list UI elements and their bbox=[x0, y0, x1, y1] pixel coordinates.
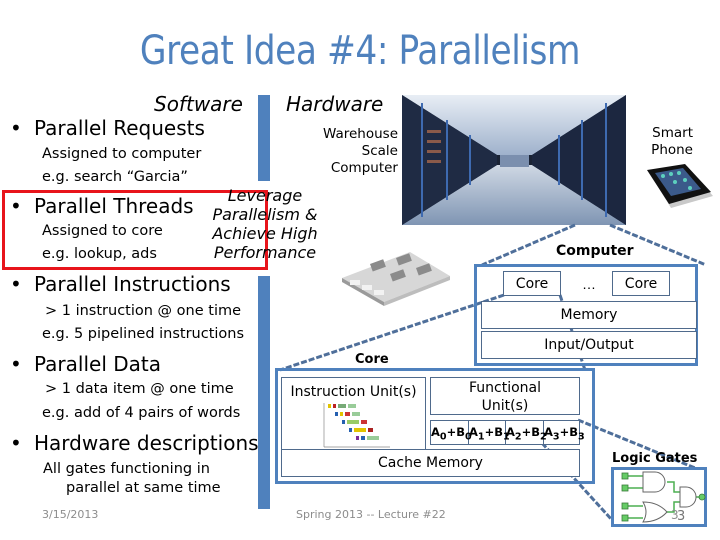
computer-title: Computer bbox=[556, 243, 634, 259]
slide: Great Idea #4: Parallelism Software Hard… bbox=[0, 0, 720, 540]
label-line: Unit(s) bbox=[481, 398, 529, 414]
connector-line bbox=[279, 293, 505, 372]
vector-add-cell: A2+B2 bbox=[506, 421, 547, 444]
logic-gate-diagram-icon: 3 bbox=[621, 471, 706, 524]
memory-box: Memory bbox=[481, 301, 697, 329]
vector-add-row: A0+B0A1+B1A2+B2A3+B3 bbox=[430, 420, 585, 445]
footer-date: 3/15/2013 bbox=[42, 508, 99, 521]
vector-add-cell: A3+B3 bbox=[544, 425, 585, 443]
ellipsis: … bbox=[582, 276, 596, 292]
core-box: Core bbox=[503, 271, 561, 296]
footer-page-number: 3 bbox=[671, 508, 679, 522]
functional-unit-box: Functional Unit(s) bbox=[430, 377, 580, 415]
input-output-box: Input/Output bbox=[481, 331, 697, 359]
and-gate-icon bbox=[642, 471, 666, 493]
and-gate-icon bbox=[679, 486, 697, 508]
logic-gates-title: Logic Gates bbox=[612, 451, 698, 466]
vector-add-cell: A1+B1 bbox=[469, 421, 510, 444]
or-gate-icon bbox=[642, 501, 668, 523]
cache-memory-box: Cache Memory bbox=[281, 449, 580, 477]
footer-course: Spring 2013 -- Lecture #22 bbox=[296, 508, 446, 521]
pipeline-diagram-icon bbox=[323, 403, 390, 448]
vector-add-cell: A0+B0 bbox=[431, 421, 472, 444]
instruction-unit-label: Instruction Unit(s) bbox=[290, 384, 417, 400]
core-title: Core bbox=[355, 352, 389, 367]
core-box: Core bbox=[612, 271, 670, 296]
label-line: Functional bbox=[468, 380, 542, 396]
